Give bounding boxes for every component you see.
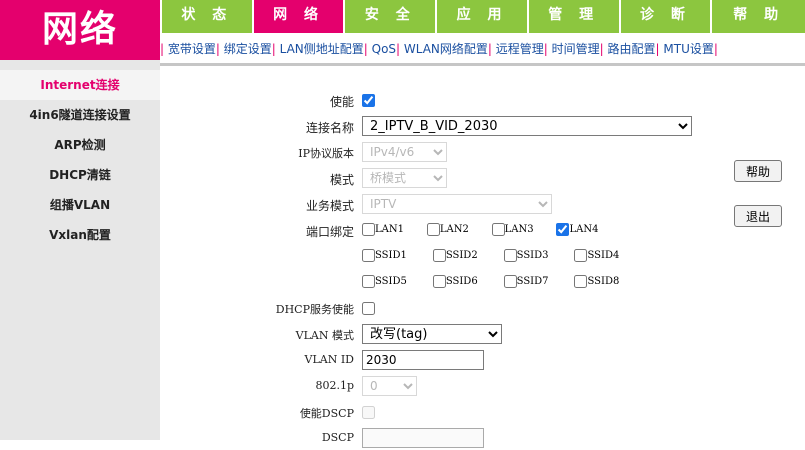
port-ssid5-checkbox[interactable] — [362, 275, 375, 288]
dhcp-checkbox[interactable] — [362, 302, 375, 315]
row-mode: 模式 桥模式 — [160, 166, 805, 190]
subnav-remote[interactable]: 远程管理 — [496, 42, 544, 56]
mode-label: 模式 — [329, 173, 354, 187]
tab-network[interactable]: 网 络 — [253, 0, 344, 33]
port-ssid6-checkbox[interactable] — [432, 275, 446, 288]
port-lan3-checkbox[interactable] — [491, 223, 505, 236]
row-vlan-mode: VLAN 模式 改写(tag) — [160, 322, 805, 346]
sub-nav: | 宽带设置| 绑定设置| LAN侧地址配置| QoS| WLAN网络配置| 远… — [160, 33, 805, 63]
subnav-time[interactable]: 时间管理 — [552, 42, 600, 56]
subnav-route[interactable]: 路由配置 — [608, 42, 656, 56]
tab-status[interactable]: 状 态 — [162, 0, 252, 33]
vlan-id-label: VLAN ID — [304, 353, 354, 366]
ip-version-select[interactable]: IPv4/v6 — [362, 142, 447, 162]
port-ssid8-checkbox[interactable] — [574, 275, 588, 288]
row-vlan-id: VLAN ID — [160, 348, 805, 372]
mode-select[interactable]: 桥模式 — [362, 168, 447, 188]
sidebar-item-4in6[interactable]: 4in6隧道连接设置 — [0, 100, 160, 130]
enable-checkbox[interactable] — [362, 94, 375, 107]
subnav-binding[interactable]: 绑定设置 — [224, 42, 272, 56]
port-ssid7-checkbox[interactable] — [503, 275, 517, 288]
sidebar-item-multicast-vlan[interactable]: 组播VLAN — [0, 190, 160, 220]
row-ssid-1: SSID1 SSID2 SSID3 SSID4 — [160, 244, 805, 268]
port-lan2-checkbox[interactable] — [426, 223, 440, 236]
exit-button[interactable]: 退出 — [734, 205, 782, 227]
port-ssid2[interactable]: SSID2 — [432, 248, 490, 262]
tab-management[interactable]: 管 理 — [528, 0, 619, 33]
port-bind-label: 端口绑定 — [305, 225, 354, 239]
subnav-qos[interactable]: QoS — [372, 42, 396, 56]
port-ssid3[interactable]: SSID3 — [503, 248, 561, 262]
tab-security[interactable]: 安 全 — [345, 0, 436, 33]
sidebar-item-dhcp[interactable]: DHCP清链 — [0, 160, 160, 190]
sidebar-item-arp[interactable]: ARP检测 — [0, 130, 160, 160]
sidebar: Internet连接 4in6隧道连接设置 ARP检测 DHCP清链 组播VLA… — [0, 60, 160, 440]
port-ssid2-checkbox[interactable] — [432, 249, 446, 262]
row-enable: 使能 — [160, 88, 805, 112]
p8021-label: 802.1p — [315, 379, 354, 392]
row-dscp: DSCP — [160, 426, 805, 450]
port-lan4[interactable]: LAN4 — [556, 222, 598, 236]
row-dscp-enable: 使能DSCP — [160, 400, 805, 424]
tab-diagnosis[interactable]: 诊 断 — [620, 0, 711, 33]
main-content: 使能 连接名称 2_IPTV_B_VID_2030 IP协议版本 IPv4/v6… — [160, 66, 805, 448]
dscp-input[interactable] — [362, 428, 484, 448]
help-button[interactable]: 帮助 — [734, 160, 782, 182]
port-ssid4[interactable]: SSID4 — [574, 248, 619, 262]
row-service-mode: 业务模式 IPTV — [160, 192, 805, 216]
sidebar-item-internet[interactable]: Internet连接 — [0, 70, 160, 100]
dscp-label: DSCP — [321, 431, 354, 444]
conn-name-select[interactable]: 2_IPTV_B_VID_2030 — [362, 116, 692, 136]
subnav-wlan[interactable]: WLAN网络配置 — [404, 42, 488, 56]
top-nav: 状 态 网 络 安 全 应 用 管 理 诊 断 帮 助 — [162, 0, 805, 33]
sidebar-item-vxlan[interactable]: Vxlan配置 — [0, 220, 160, 250]
row-ip-version: IP协议版本 IPv4/v6 — [160, 140, 805, 164]
port-lan3[interactable]: LAN3 — [491, 222, 543, 236]
vlan-mode-label: VLAN 模式 — [295, 329, 354, 342]
port-ssid5[interactable]: SSID5 — [362, 274, 419, 288]
row-ssid-2: SSID5 SSID6 SSID7 SSID8 — [160, 270, 805, 294]
enable-label: 使能 — [329, 95, 354, 109]
port-lan1[interactable]: LAN1 — [362, 222, 413, 236]
port-lan1-checkbox[interactable] — [362, 223, 375, 236]
row-port-bind: 端口绑定 LAN1 LAN2 LAN3 LAN4 — [160, 218, 805, 242]
port-ssid3-checkbox[interactable] — [503, 249, 517, 262]
logo: 网络 — [0, 0, 160, 60]
port-ssid1[interactable]: SSID1 — [362, 248, 419, 262]
subnav-broadband[interactable]: 宽带设置 — [168, 42, 216, 56]
service-mode-select[interactable]: IPTV — [362, 194, 552, 214]
port-lan2[interactable]: LAN2 — [426, 222, 478, 236]
dhcp-label: DHCP服务使能 — [275, 303, 354, 316]
subnav-lan-address[interactable]: LAN侧地址配置 — [280, 42, 364, 56]
row-dhcp: DHCP服务使能 — [160, 296, 805, 320]
row-8021p: 802.1p 0 — [160, 374, 805, 398]
dscp-enable-checkbox[interactable] — [362, 406, 375, 419]
port-lan4-checkbox[interactable] — [556, 223, 570, 236]
port-ssid6[interactable]: SSID6 — [432, 274, 490, 288]
tab-application[interactable]: 应 用 — [437, 0, 527, 33]
dscp-enable-label: 使能DSCP — [299, 407, 354, 420]
tab-help[interactable]: 帮 助 — [712, 0, 805, 33]
conn-name-label: 连接名称 — [305, 121, 354, 135]
port-ssid4-checkbox[interactable] — [574, 249, 588, 262]
vlan-id-input[interactable] — [362, 350, 484, 370]
row-conn-name: 连接名称 2_IPTV_B_VID_2030 — [160, 114, 805, 138]
p8021-select[interactable]: 0 — [362, 376, 417, 396]
port-ssid1-checkbox[interactable] — [362, 249, 375, 262]
port-ssid7[interactable]: SSID7 — [503, 274, 561, 288]
vlan-mode-select[interactable]: 改写(tag) — [362, 324, 502, 344]
ip-version-label: IP协议版本 — [298, 147, 354, 160]
subnav-mtu[interactable]: MTU设置 — [663, 42, 713, 56]
port-ssid8[interactable]: SSID8 — [574, 274, 619, 288]
service-mode-label: 业务模式 — [305, 199, 354, 213]
